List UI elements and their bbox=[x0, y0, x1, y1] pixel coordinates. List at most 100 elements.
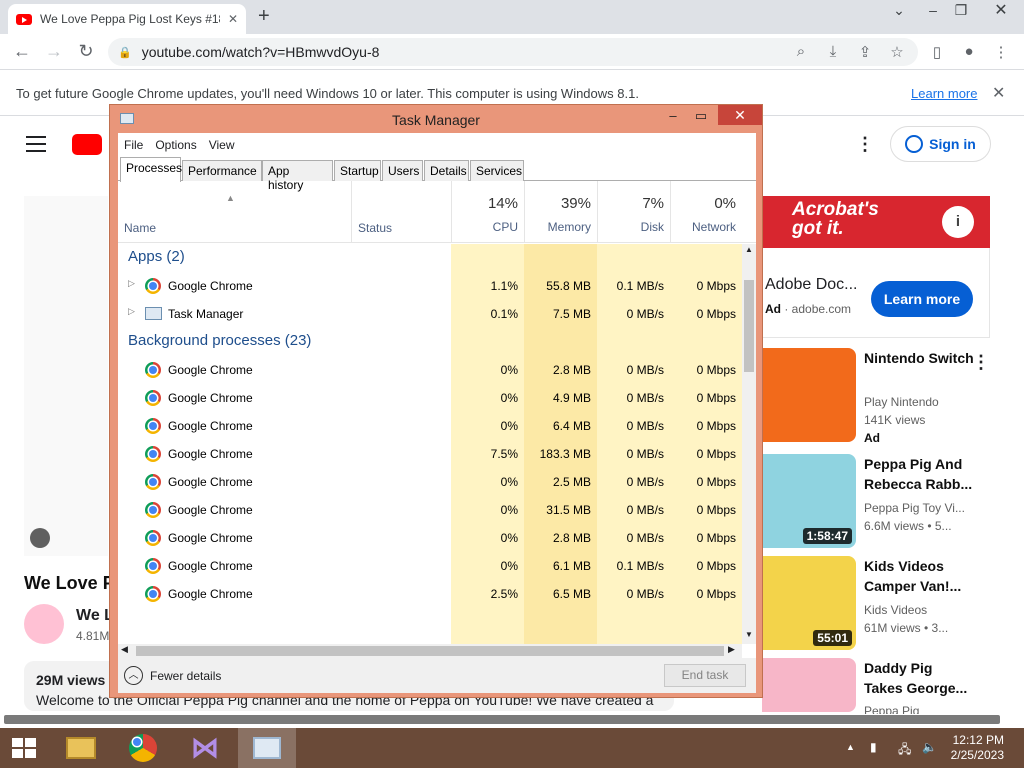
tab-close-button[interactable]: ✕ bbox=[228, 12, 238, 26]
process-row[interactable]: Google Chrome 7.5% 183.3 MB 0 MB/s 0 Mbps bbox=[118, 440, 742, 468]
recommendation-menu-icon[interactable]: ⋮ bbox=[972, 352, 990, 373]
process-row[interactable]: ▷ Task Manager 0.1% 7.5 MB 0 MB/s 0 Mbps bbox=[118, 300, 742, 328]
channel-avatar[interactable] bbox=[24, 604, 64, 644]
recommendation-title[interactable]: Daddy Pig Takes George... bbox=[864, 658, 974, 698]
tab-processes[interactable]: Processes bbox=[120, 157, 182, 182]
side-panel-icon[interactable]: ▯ bbox=[926, 43, 948, 61]
process-row[interactable]: Google Chrome 2.5% 6.5 MB 0 MB/s 0 Mbps bbox=[118, 580, 742, 608]
start-button[interactable] bbox=[0, 728, 48, 768]
action-center-icon[interactable]: ▮ bbox=[870, 740, 877, 754]
scroll-down-icon[interactable]: ▼ bbox=[745, 630, 753, 639]
header-network[interactable]: 0% Network bbox=[670, 181, 742, 243]
tab-performance[interactable]: Performance bbox=[182, 160, 262, 181]
process-row[interactable]: Google Chrome 0% 2.8 MB 0 MB/s 0 Mbps bbox=[118, 524, 742, 552]
process-row[interactable]: Google Chrome 0% 6.4 MB 0 MB/s 0 Mbps bbox=[118, 412, 742, 440]
tab-startup[interactable]: Startup bbox=[334, 160, 381, 181]
reload-button[interactable]: ↻ bbox=[74, 42, 98, 60]
process-row[interactable]: Google Chrome 0% 31.5 MB 0 MB/s 0 Mbps bbox=[118, 496, 742, 524]
system-clock[interactable]: 12:12 PM 2/25/2023 bbox=[944, 733, 1004, 763]
recommendation-title[interactable]: Peppa Pig And Rebecca Rabb... bbox=[864, 454, 974, 494]
restore-button[interactable]: ❐ bbox=[946, 2, 976, 19]
expand-chevron-icon[interactable]: ▷ bbox=[128, 278, 135, 289]
tab-users[interactable]: Users bbox=[382, 160, 423, 181]
fewer-details-link[interactable]: Fewer details bbox=[150, 669, 221, 683]
minimize-button[interactable]: – bbox=[918, 2, 948, 18]
forward-button[interactable]: → bbox=[42, 42, 66, 60]
learn-more-link[interactable]: Learn more bbox=[911, 86, 977, 101]
visual-studio-icon[interactable]: ⋈ bbox=[176, 728, 234, 768]
tab-details[interactable]: Details bbox=[424, 160, 469, 181]
process-row[interactable]: Google Chrome 0% 4.9 MB 0 MB/s 0 Mbps bbox=[118, 384, 742, 412]
menu-options[interactable]: Options bbox=[155, 138, 196, 155]
tab-search-icon[interactable]: ⌄ bbox=[884, 2, 914, 19]
search-icon[interactable]: ⌕ bbox=[790, 43, 812, 60]
recommendation-title[interactable]: Nintendo Switch bbox=[864, 348, 974, 368]
close-window-button[interactable]: ✕ bbox=[978, 0, 1024, 22]
end-task-button[interactable]: End task bbox=[664, 664, 746, 687]
recommendation-title[interactable]: Kids Videos Camper Van!... bbox=[864, 556, 974, 596]
scroll-right-icon[interactable]: ▶ bbox=[728, 644, 735, 655]
expand-chevron-icon[interactable]: ▷ bbox=[128, 306, 135, 317]
header-status-col[interactable]: Status bbox=[351, 181, 451, 243]
vertical-scrollbar[interactable]: ▲ ▼ bbox=[742, 244, 756, 644]
recommendation-thumbnail[interactable] bbox=[762, 658, 856, 712]
info-close-button[interactable]: ✕ bbox=[992, 83, 1005, 103]
group-header[interactable]: Background processes (23) bbox=[118, 328, 742, 356]
group-header[interactable]: Apps (2) bbox=[118, 244, 742, 272]
recommendation-thumbnail[interactable]: 55:01 bbox=[762, 556, 856, 650]
video-player[interactable] bbox=[24, 196, 108, 556]
task-manager-icon[interactable] bbox=[238, 728, 296, 768]
process-row[interactable]: Google Chrome 0% 6.1 MB 0.1 MB/s 0 Mbps bbox=[118, 552, 742, 580]
process-name: Google Chrome bbox=[168, 419, 253, 433]
ad-title[interactable]: Adobe Doc... bbox=[765, 276, 858, 294]
process-memory: 183.3 MB bbox=[539, 447, 591, 461]
ad-learn-more-button[interactable]: Learn more bbox=[871, 281, 973, 317]
menu-view[interactable]: View bbox=[209, 138, 235, 155]
new-tab-button[interactable]: + bbox=[258, 6, 270, 26]
show-hidden-icons[interactable]: ▲ bbox=[846, 742, 855, 752]
install-icon[interactable]: ⤓ bbox=[822, 43, 844, 60]
collapse-chevron-icon[interactable]: ︿ bbox=[124, 666, 143, 685]
volume-icon[interactable]: 🔈 bbox=[922, 740, 937, 754]
process-row[interactable]: Google Chrome 0% 2.5 MB 0 MB/s 0 Mbps bbox=[118, 468, 742, 496]
header-memory[interactable]: 39% Memory bbox=[524, 181, 597, 243]
task-manager-titlebar[interactable]: Task Manager – ▭ ✕ bbox=[110, 105, 762, 133]
horizontal-scrollbar[interactable]: ◀ ▶ bbox=[118, 644, 742, 658]
file-explorer-icon[interactable] bbox=[52, 728, 110, 768]
header-name[interactable]: Name bbox=[124, 221, 156, 235]
chrome-menu-icon[interactable]: ⋮ bbox=[990, 43, 1012, 61]
scroll-thumb[interactable] bbox=[744, 280, 754, 372]
process-row[interactable]: ▷ Google Chrome 1.1% 55.8 MB 0.1 MB/s 0 Mbps bbox=[118, 272, 742, 300]
recommendation-thumbnail[interactable]: 1:58:47 bbox=[762, 454, 856, 548]
more-options-icon[interactable]: ⋮ bbox=[856, 134, 874, 155]
recommendation-thumbnail[interactable] bbox=[762, 348, 856, 442]
chrome-icon[interactable] bbox=[114, 728, 172, 768]
ad-info-icon[interactable]: i bbox=[942, 206, 974, 238]
browser-tab[interactable]: We Love Peppa Pig Lost Keys #18 ✕ bbox=[8, 4, 246, 34]
tab-services[interactable]: Services bbox=[470, 160, 524, 181]
h-scroll-thumb[interactable] bbox=[136, 646, 724, 656]
tm-close-button[interactable]: ✕ bbox=[718, 105, 762, 125]
process-row[interactable]: Google Chrome 0% 2.8 MB 0 MB/s 0 Mbps bbox=[118, 356, 742, 384]
process-name: Task Manager bbox=[168, 307, 244, 321]
header-disk[interactable]: 7% Disk bbox=[597, 181, 670, 243]
ad-banner[interactable]: Acrobat's got it. i bbox=[762, 196, 990, 248]
scroll-up-icon[interactable]: ▲ bbox=[745, 245, 753, 254]
tab-app-history[interactable]: App history bbox=[262, 160, 333, 192]
cpu-label: CPU bbox=[492, 220, 518, 234]
header-cpu[interactable]: 14% CPU bbox=[451, 181, 524, 243]
scroll-left-icon[interactable]: ◀ bbox=[121, 644, 128, 655]
tm-maximize-button[interactable]: ▭ bbox=[688, 108, 714, 126]
tm-minimize-button[interactable]: – bbox=[660, 108, 686, 126]
bookmark-star-icon[interactable]: ☆ bbox=[886, 43, 908, 61]
menu-file[interactable]: File bbox=[124, 138, 143, 155]
network-icon[interactable]: 🖧 bbox=[898, 740, 911, 761]
youtube-logo-icon[interactable] bbox=[72, 134, 102, 155]
sign-in-button[interactable]: Sign in bbox=[890, 126, 991, 162]
page-horizontal-scrollbar[interactable] bbox=[4, 715, 1000, 724]
share-icon[interactable]: ⇪ bbox=[854, 43, 876, 61]
back-button[interactable]: ← bbox=[10, 42, 34, 60]
hamburger-menu-icon[interactable] bbox=[26, 136, 46, 157]
process-network: 0 Mbps bbox=[696, 531, 736, 545]
profile-icon[interactable]: ● bbox=[958, 43, 980, 60]
